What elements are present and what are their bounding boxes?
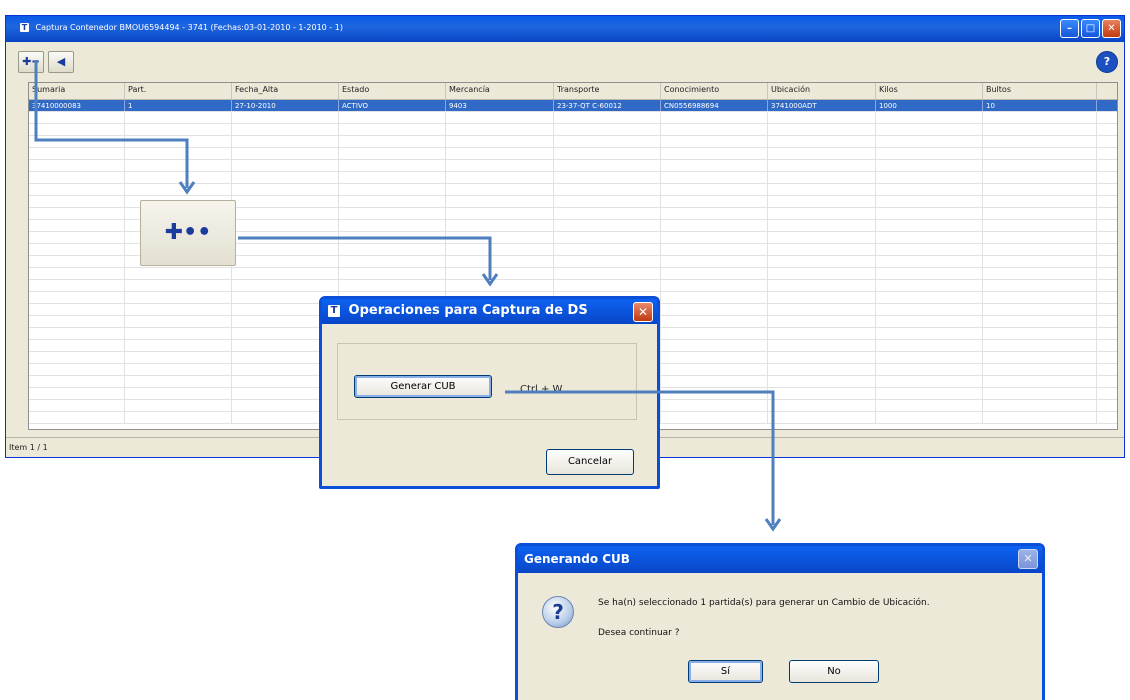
confirm-question: Desea continuar ? bbox=[598, 628, 680, 638]
close-button[interactable]: ✕ bbox=[633, 302, 653, 322]
empty-row bbox=[29, 184, 1117, 196]
table-cell: CN0556988694 bbox=[661, 100, 768, 111]
close-button[interactable]: ✕ bbox=[1102, 19, 1121, 38]
operations-group: Generar CUB Ctrl + W bbox=[337, 343, 637, 420]
confirm-message: Se ha(n) seleccionado 1 partida(s) para … bbox=[598, 598, 930, 608]
column-header[interactable]: Estado bbox=[339, 83, 446, 99]
table-cell: 37410000083 bbox=[29, 100, 125, 111]
operations-dialog-title: Operaciones para Captura de DS bbox=[348, 303, 588, 318]
column-header[interactable]: Part. bbox=[125, 83, 232, 99]
minimize-button[interactable]: – bbox=[1060, 19, 1079, 38]
question-icon: ? bbox=[542, 596, 574, 628]
column-header[interactable]: Sumaria bbox=[29, 83, 125, 99]
empty-row bbox=[29, 268, 1117, 280]
table-cell: 3741000ADT bbox=[768, 100, 876, 111]
shortcut-label: Ctrl + W bbox=[520, 384, 563, 395]
operations-dialog: T Operaciones para Captura de DS ✕ Gener… bbox=[319, 296, 660, 489]
column-header[interactable]: Ubicación bbox=[768, 83, 876, 99]
empty-row bbox=[29, 112, 1117, 124]
table-cell: 1000 bbox=[876, 100, 983, 111]
empty-row bbox=[29, 136, 1117, 148]
close-button[interactable]: ✕ bbox=[1018, 549, 1038, 569]
confirm-dialog: Generando CUB ✕ ? Se ha(n) seleccionado … bbox=[515, 543, 1045, 700]
cancel-button[interactable]: Cancelar bbox=[546, 449, 634, 475]
empty-row bbox=[29, 160, 1117, 172]
main-title: Captura Contenedor BMOU6594494 - 3741 (F… bbox=[35, 23, 343, 32]
add-operations-button[interactable]: ✚·· bbox=[18, 51, 44, 73]
empty-row bbox=[29, 124, 1117, 136]
column-header[interactable]: Kilos bbox=[876, 83, 983, 99]
no-button[interactable]: No bbox=[789, 660, 879, 683]
toolbar: ✚·· ◀ ? bbox=[6, 42, 1124, 78]
column-header[interactable]: Transporte bbox=[554, 83, 661, 99]
empty-row bbox=[29, 148, 1117, 160]
maximize-button[interactable]: □ bbox=[1081, 19, 1100, 38]
help-button[interactable]: ? bbox=[1096, 51, 1118, 73]
confirm-dialog-titlebar[interactable]: Generando CUB bbox=[518, 546, 1042, 573]
table-cell: 10 bbox=[983, 100, 1097, 111]
main-titlebar[interactable]: T Captura Contenedor BMOU6594494 - 3741 … bbox=[6, 16, 1124, 42]
table-cell: ACTIVO bbox=[339, 100, 446, 111]
column-header[interactable]: Mercancía bbox=[446, 83, 554, 99]
table-cell: 9403 bbox=[446, 100, 554, 111]
empty-row bbox=[29, 280, 1117, 292]
table-row[interactable]: 37410000083 1 27-10-2010 ACTIVO 9403 23-… bbox=[29, 100, 1117, 112]
grid-header: Sumaria Part. Fecha_Alta Estado Mercancí… bbox=[29, 83, 1117, 100]
operations-dialog-titlebar[interactable]: T Operaciones para Captura de DS bbox=[322, 299, 657, 324]
yes-button[interactable]: Sí bbox=[688, 660, 763, 683]
generate-cub-button[interactable]: Generar CUB bbox=[354, 375, 492, 398]
table-cell: 23-37-QT C-60012 bbox=[554, 100, 661, 111]
app-icon: T bbox=[20, 23, 29, 32]
back-button[interactable]: ◀ bbox=[48, 51, 74, 73]
column-header[interactable]: Conocimiento bbox=[661, 83, 768, 99]
add-operations-button-zoomed[interactable]: ✚•• bbox=[140, 200, 236, 266]
table-cell: 27-10-2010 bbox=[232, 100, 339, 111]
table-cell: 1 bbox=[125, 100, 232, 111]
empty-row bbox=[29, 172, 1117, 184]
column-header[interactable]: Fecha_Alta bbox=[232, 83, 339, 99]
app-icon: T bbox=[328, 304, 340, 317]
column-header[interactable]: Bultos bbox=[983, 83, 1097, 99]
